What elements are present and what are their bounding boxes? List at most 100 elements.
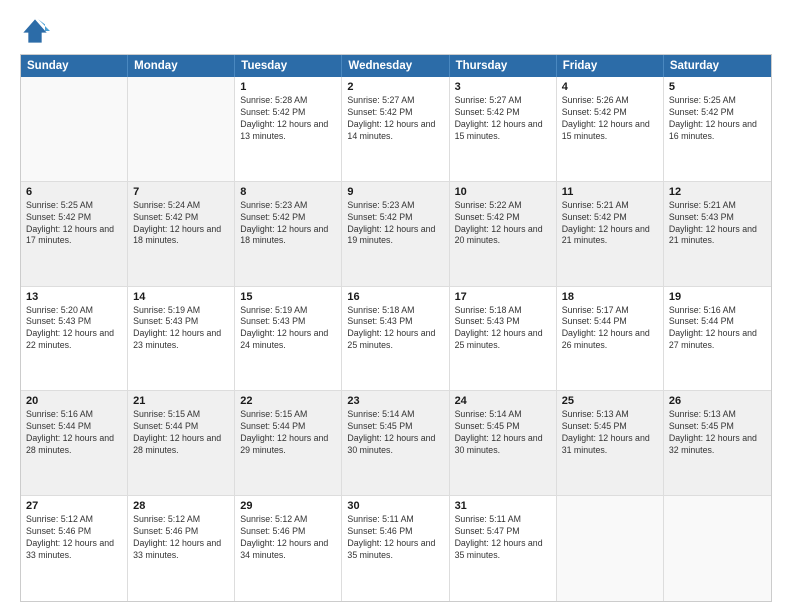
day-number: 8 [240,186,336,198]
calendar-cell: 7Sunrise: 5:24 AMSunset: 5:42 PMDaylight… [128,182,235,286]
calendar-cell: 9 Sunrise: 5:23 AMSunset: 5:42 PMDaylight… [342,182,449,286]
day-info: Sunrise: 5:19 AMSunset: 5:43 PMDaylight:… [133,305,229,353]
day-info: Sunrise: 5:11 AMSunset: 5:47 PMDaylight:… [455,514,551,562]
day-number: 14 [133,291,229,303]
header-cell-tuesday: Tuesday [235,55,342,77]
day-info: Sunrise: 5:20 AMSunset: 5:43 PMDaylight:… [26,305,122,353]
calendar-cell: 3Sunrise: 5:27 AMSunset: 5:42 PMDaylight… [450,77,557,181]
calendar-cell: 17 Sunrise: 5:18 AMSunset: 5:43 PMDayligh… [450,287,557,391]
calendar-cell: 10 Sunrise: 5:22 AMSunset: 5:42 PMDayligh… [450,182,557,286]
header-cell-friday: Friday [557,55,664,77]
calendar-cell [21,77,128,181]
calendar-body: 1Sunrise: 5:28 AMSunset: 5:42 PMDaylight… [21,77,771,601]
logo [20,16,54,46]
day-number: 20 [26,395,122,407]
day-number: 2 [347,81,443,93]
day-number: 10 [455,186,551,198]
day-number: 3 [455,81,551,93]
calendar-cell [557,496,664,601]
header [20,16,772,46]
day-number: 30 [347,500,443,512]
calendar-cell [664,496,771,601]
calendar-row: 1Sunrise: 5:28 AMSunset: 5:42 PMDaylight… [21,77,771,182]
calendar-row: 6 Sunrise: 5:25 AMSunset: 5:42 PMDaylight… [21,182,771,287]
day-number: 24 [455,395,551,407]
calendar-cell: 4 Sunrise: 5:26 AMSunset: 5:42 PMDaylight… [557,77,664,181]
day-info: Sunrise: 5:16 AMSunset: 5:44 PMDaylight:… [26,409,122,457]
day-number: 22 [240,395,336,407]
day-number: 25 [562,395,658,407]
day-info: Sunrise: 5:23 AMSunset: 5:42 PMDaylight:… [347,200,443,248]
calendar-cell: 8 Sunrise: 5:23 AMSunset: 5:42 PMDaylight… [235,182,342,286]
day-info: Sunrise: 5:22 AMSunset: 5:42 PMDaylight:… [455,200,551,248]
calendar-cell: 20 Sunrise: 5:16 AMSunset: 5:44 PMDayligh… [21,391,128,495]
calendar-cell: 25 Sunrise: 5:13 AMSunset: 5:45 PMDayligh… [557,391,664,495]
day-info: Sunrise: 5:23 AMSunset: 5:42 PMDaylight:… [240,200,336,248]
calendar-cell: 6 Sunrise: 5:25 AMSunset: 5:42 PMDaylight… [21,182,128,286]
calendar-cell [128,77,235,181]
header-cell-monday: Monday [128,55,235,77]
calendar-row: 13 Sunrise: 5:20 AMSunset: 5:43 PMDayligh… [21,287,771,392]
calendar-cell: 16Sunrise: 5:18 AMSunset: 5:43 PMDayligh… [342,287,449,391]
day-number: 21 [133,395,229,407]
page: SundayMondayTuesdayWednesdayThursdayFrid… [0,0,792,612]
day-info: Sunrise: 5:19 AMSunset: 5:43 PMDaylight:… [240,305,336,353]
day-number: 15 [240,291,336,303]
calendar-cell: 22 Sunrise: 5:15 AMSunset: 5:44 PMDayligh… [235,391,342,495]
day-number: 9 [347,186,443,198]
calendar-cell: 14 Sunrise: 5:19 AMSunset: 5:43 PMDayligh… [128,287,235,391]
calendar-cell: 18Sunrise: 5:17 AMSunset: 5:44 PMDayligh… [557,287,664,391]
calendar-cell: 30Sunrise: 5:11 AMSunset: 5:46 PMDayligh… [342,496,449,601]
calendar-cell: 13 Sunrise: 5:20 AMSunset: 5:43 PMDayligh… [21,287,128,391]
day-info: Sunrise: 5:16 AMSunset: 5:44 PMDaylight:… [669,305,766,353]
calendar-cell: 2 Sunrise: 5:27 AMSunset: 5:42 PMDaylight… [342,77,449,181]
logo-icon [20,16,50,46]
calendar-cell: 24 Sunrise: 5:14 AMSunset: 5:45 PMDayligh… [450,391,557,495]
calendar-cell: 29 Sunrise: 5:12 AMSunset: 5:46 PMDayligh… [235,496,342,601]
calendar-cell: 28Sunrise: 5:12 AMSunset: 5:46 PMDayligh… [128,496,235,601]
day-info: Sunrise: 5:25 AMSunset: 5:42 PMDaylight:… [669,95,766,143]
calendar-cell: 15 Sunrise: 5:19 AMSunset: 5:43 PMDayligh… [235,287,342,391]
day-number: 18 [562,291,658,303]
calendar-cell: 12Sunrise: 5:21 AMSunset: 5:43 PMDayligh… [664,182,771,286]
calendar-cell: 1Sunrise: 5:28 AMSunset: 5:42 PMDaylight… [235,77,342,181]
day-number: 6 [26,186,122,198]
day-info: Sunrise: 5:12 AMSunset: 5:46 PMDaylight:… [133,514,229,562]
day-number: 27 [26,500,122,512]
day-info: Sunrise: 5:18 AMSunset: 5:43 PMDaylight:… [455,305,551,353]
day-info: Sunrise: 5:25 AMSunset: 5:42 PMDaylight:… [26,200,122,248]
day-number: 5 [669,81,766,93]
day-number: 11 [562,186,658,198]
calendar-cell: 23Sunrise: 5:14 AMSunset: 5:45 PMDayligh… [342,391,449,495]
day-info: Sunrise: 5:21 AMSunset: 5:42 PMDaylight:… [562,200,658,248]
day-info: Sunrise: 5:24 AMSunset: 5:42 PMDaylight:… [133,200,229,248]
day-info: Sunrise: 5:15 AMSunset: 5:44 PMDaylight:… [133,409,229,457]
calendar-cell: 27 Sunrise: 5:12 AMSunset: 5:46 PMDayligh… [21,496,128,601]
day-number: 17 [455,291,551,303]
header-cell-thursday: Thursday [450,55,557,77]
day-info: Sunrise: 5:14 AMSunset: 5:45 PMDaylight:… [455,409,551,457]
calendar-cell: 11 Sunrise: 5:21 AMSunset: 5:42 PMDayligh… [557,182,664,286]
day-number: 19 [669,291,766,303]
day-number: 29 [240,500,336,512]
day-info: Sunrise: 5:15 AMSunset: 5:44 PMDaylight:… [240,409,336,457]
calendar-row: 20 Sunrise: 5:16 AMSunset: 5:44 PMDayligh… [21,391,771,496]
day-info: Sunrise: 5:27 AMSunset: 5:42 PMDaylight:… [347,95,443,143]
calendar-cell: 21 Sunrise: 5:15 AMSunset: 5:44 PMDayligh… [128,391,235,495]
day-info: Sunrise: 5:12 AMSunset: 5:46 PMDaylight:… [26,514,122,562]
day-number: 13 [26,291,122,303]
day-number: 23 [347,395,443,407]
day-info: Sunrise: 5:12 AMSunset: 5:46 PMDaylight:… [240,514,336,562]
day-number: 1 [240,81,336,93]
day-number: 26 [669,395,766,407]
calendar-cell: 31 Sunrise: 5:11 AMSunset: 5:47 PMDayligh… [450,496,557,601]
header-cell-sunday: Sunday [21,55,128,77]
header-cell-saturday: Saturday [664,55,771,77]
day-number: 4 [562,81,658,93]
day-info: Sunrise: 5:26 AMSunset: 5:42 PMDaylight:… [562,95,658,143]
day-number: 31 [455,500,551,512]
calendar-cell: 26Sunrise: 5:13 AMSunset: 5:45 PMDayligh… [664,391,771,495]
day-info: Sunrise: 5:13 AMSunset: 5:45 PMDaylight:… [562,409,658,457]
day-info: Sunrise: 5:18 AMSunset: 5:43 PMDaylight:… [347,305,443,353]
header-cell-wednesday: Wednesday [342,55,449,77]
